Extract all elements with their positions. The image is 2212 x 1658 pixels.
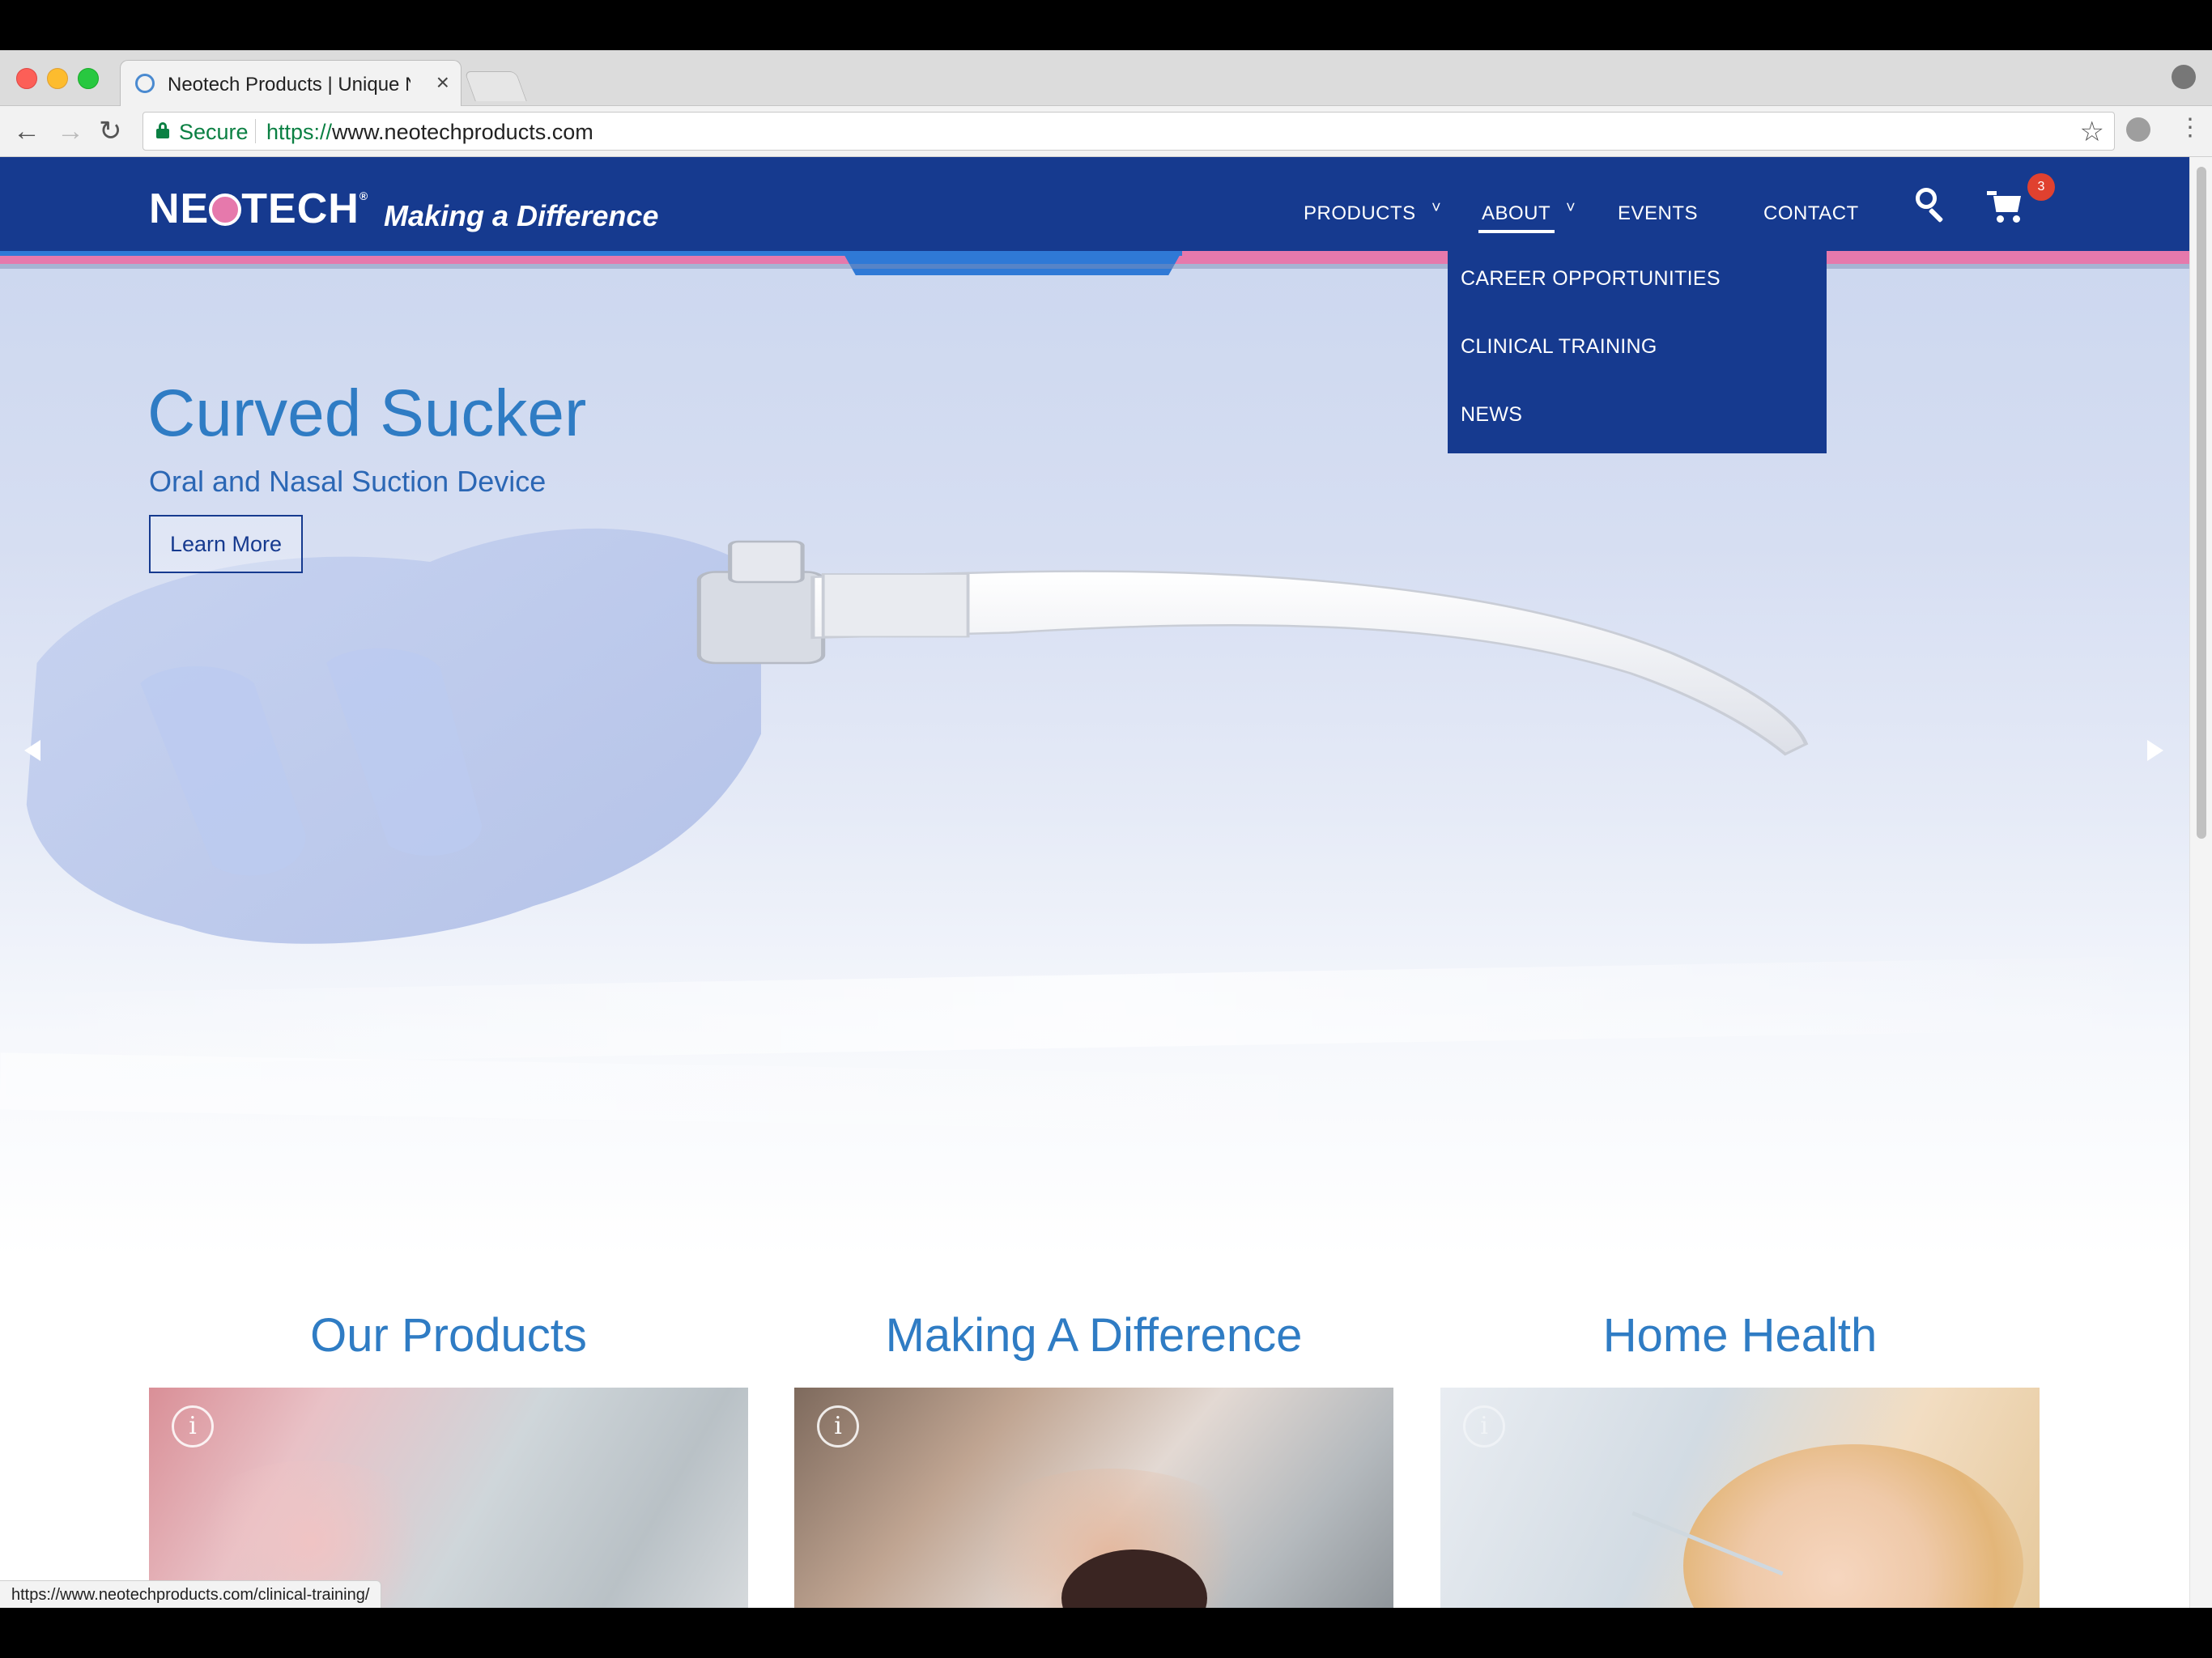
url-text[interactable]: https://www.neotechproducts.com: [266, 120, 593, 145]
status-bar-url: https://www.neotechproducts.com/clinical…: [0, 1580, 382, 1608]
scrollbar-thumb[interactable]: [2197, 167, 2206, 839]
url-host: www.neotechproducts.com: [332, 120, 593, 144]
card-our-products[interactable]: i: [149, 1388, 748, 1608]
secure-label: Secure: [179, 120, 249, 144]
omnibox-separator: [255, 119, 256, 143]
logo-text-tech: TECH: [241, 185, 359, 232]
about-chevron-down-icon[interactable]: ˅: [1566, 199, 1576, 218]
chrome-menu-icon[interactable]: ⋮: [2178, 114, 2202, 142]
card-making-a-difference[interactable]: i: [794, 1388, 1393, 1608]
tube-grip: [821, 573, 970, 638]
section-heading-our-products: Our Products: [310, 1309, 587, 1362]
slider-prev-arrow-icon[interactable]: [24, 740, 40, 761]
favicon-icon: [135, 74, 155, 93]
info-icon[interactable]: i: [172, 1405, 214, 1448]
header-blue-tab: [842, 251, 1182, 275]
slider-next-arrow-icon[interactable]: [2147, 740, 2163, 761]
info-icon[interactable]: i: [817, 1405, 859, 1448]
tab-strip: Neotech Products | Unique Ne ×: [0, 50, 2212, 107]
browser-tab[interactable]: Neotech Products | Unique Ne ×: [120, 60, 462, 107]
back-icon[interactable]: ←: [13, 116, 40, 147]
browser-window: Neotech Products | Unique Ne × ← → ↻ Sec…: [0, 50, 2212, 1608]
card-home-health[interactable]: i: [1440, 1388, 2040, 1608]
info-icon[interactable]: i: [1463, 1405, 1505, 1448]
hero-product-image: [26, 528, 1809, 944]
hero-banner: Curved Sucker Oral and Nasal Suction Dev…: [0, 157, 2189, 1258]
hero-subtitle: Oral and Nasal Suction Device: [149, 465, 547, 498]
card-photo-detail: [1683, 1444, 2023, 1608]
address-bar[interactable]: Secure https://www.neotechproducts.com ☆: [143, 112, 2115, 151]
nav-about[interactable]: ABOUT: [1482, 202, 1551, 225]
menu-item-clinical-training[interactable]: CLINICAL TRAINING: [1461, 335, 1657, 359]
logo-trademark: ®: [359, 189, 369, 202]
browser-toolbar: ← → ↻ Secure https://www.neotechproducts…: [0, 106, 2212, 157]
menu-item-news[interactable]: NEWS: [1461, 403, 1522, 427]
header-shadow-stripe: [0, 264, 2189, 269]
section-heading-making-a-difference: Making A Difference: [885, 1309, 1303, 1362]
minimize-window-button[interactable]: [47, 68, 68, 89]
nav-products[interactable]: PRODUCTS: [1304, 202, 1416, 225]
site-tagline: Making a Difference: [384, 199, 659, 232]
logo-text-ne: NE: [149, 185, 210, 232]
menu-item-career-opportunities[interactable]: CAREER OPPORTUNITIES: [1461, 267, 1721, 291]
url-scheme: https://: [266, 120, 333, 144]
nav-contact[interactable]: CONTACT: [1763, 202, 1859, 225]
site-header: NE TECH® Making a Difference PRODUCTS ˅ A…: [0, 157, 2189, 251]
search-icon[interactable]: [1916, 188, 1948, 223]
section-heading-home-health: Home Health: [1602, 1309, 1878, 1362]
nav-active-underline: [1478, 230, 1555, 233]
bookmark-star-icon[interactable]: ☆: [2080, 116, 2104, 148]
web-page: Curved Sucker Oral and Nasal Suction Dev…: [0, 157, 2189, 1608]
page-scrollbar[interactable]: [2189, 157, 2212, 1608]
close-window-button[interactable]: [16, 68, 37, 89]
suction-connector: [696, 571, 826, 665]
cart-count-badge: 3: [2027, 173, 2055, 201]
extension-icon[interactable]: [2126, 117, 2150, 142]
tab-close-icon[interactable]: ×: [436, 70, 449, 95]
products-chevron-down-icon[interactable]: ˅: [1431, 199, 1441, 218]
new-tab-button[interactable]: [464, 71, 527, 101]
cart-icon[interactable]: [1987, 189, 2027, 227]
hero-title: Curved Sucker: [147, 376, 587, 450]
suction-connector-cap: [728, 540, 805, 584]
zoom-window-button[interactable]: [78, 68, 99, 89]
tab-title: Neotech Products | Unique Ne: [168, 74, 410, 96]
nav-events[interactable]: EVENTS: [1618, 202, 1698, 225]
lock-icon: [156, 122, 169, 138]
logo-o-icon: [209, 193, 242, 226]
neotech-logo[interactable]: NE TECH®: [149, 185, 368, 233]
forward-icon[interactable]: →: [57, 116, 84, 147]
about-dropdown-menu: CAREER OPPORTUNITIES CLINICAL TRAINING N…: [1448, 251, 1827, 453]
learn-more-button[interactable]: Learn More: [149, 515, 303, 573]
reload-icon[interactable]: ↻: [99, 116, 122, 147]
profile-icon[interactable]: [2172, 65, 2196, 89]
